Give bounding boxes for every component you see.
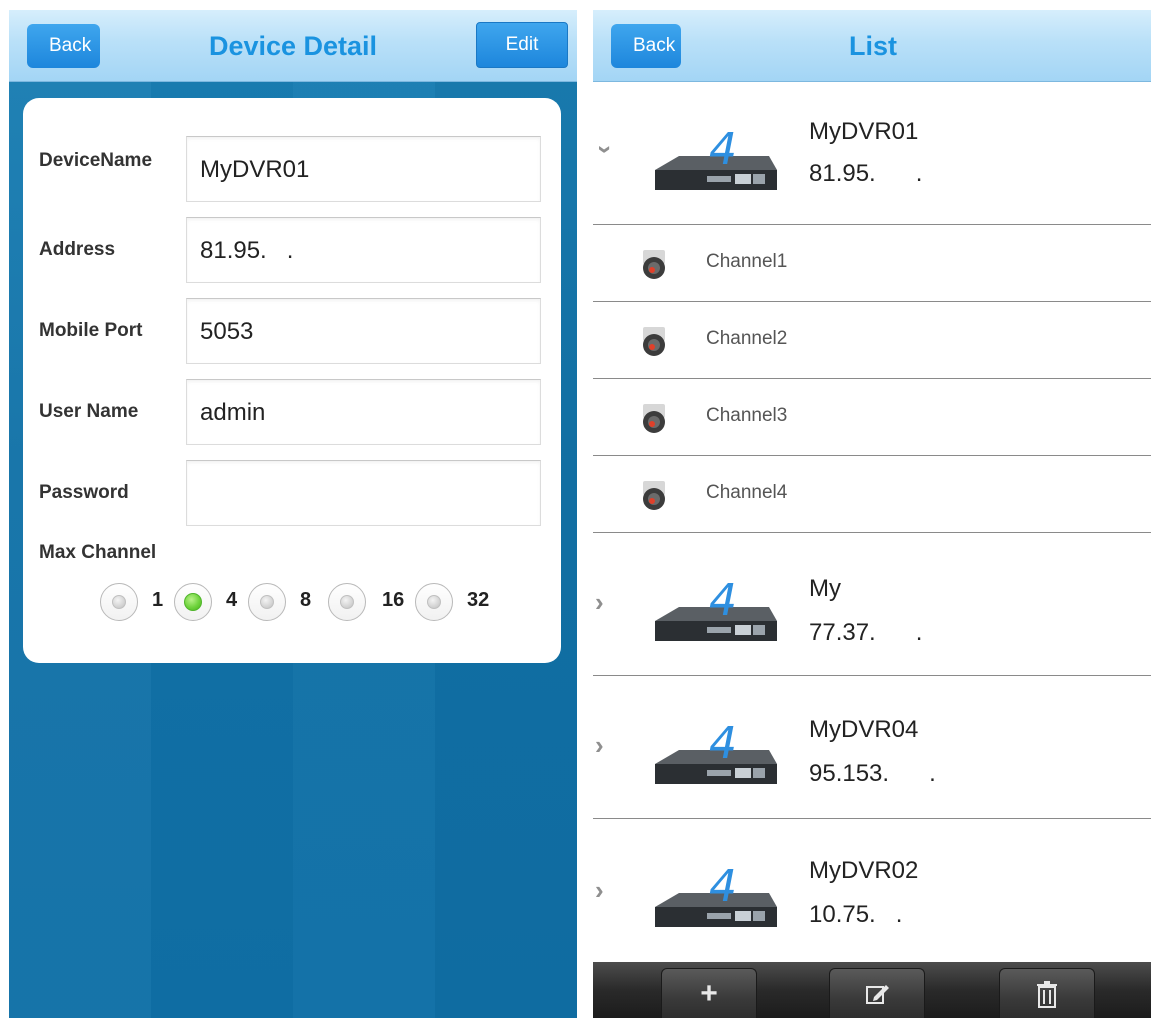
bottom-toolbar: +: [593, 962, 1151, 1018]
radio-channel-32[interactable]: [415, 583, 453, 621]
camera-icon: [643, 250, 665, 279]
password-label: Password: [39, 482, 129, 503]
chevron-right-icon[interactable]: ›: [595, 730, 604, 761]
radio-label-32: 32: [467, 589, 490, 611]
channel-label: Channel3: [706, 405, 788, 426]
back-button-label: Back: [633, 35, 676, 56]
channel-row[interactable]: Channel4: [593, 456, 1151, 533]
device-name-field[interactable]: MyDVR01: [186, 136, 541, 202]
dvr-device-icon: 4: [655, 124, 777, 190]
user-name-label: User Name: [39, 401, 139, 422]
radio-label-4: 4: [226, 589, 238, 611]
radio-channel-4[interactable]: [174, 583, 212, 621]
device-address: 95.153. .: [809, 760, 936, 787]
chevron-down-icon[interactable]: ›: [593, 145, 621, 154]
channel-row[interactable]: Channel3: [593, 379, 1151, 456]
back-button[interactable]: Back: [27, 24, 100, 68]
dvr-device-icon: 4: [655, 718, 777, 784]
device-address: 81.95. .: [809, 160, 923, 187]
max-channel-radio-group: 1 4 8 16 32: [100, 583, 520, 623]
chevron-right-icon[interactable]: ›: [595, 875, 604, 906]
mobile-port-label: Mobile Port: [39, 320, 143, 341]
delete-device-button[interactable]: [999, 968, 1095, 1018]
device-detail-screen: Back Device Detail Edit DeviceName MyDVR…: [9, 10, 577, 1018]
svg-text:4: 4: [709, 718, 737, 769]
device-row[interactable]: › 4 MyDVR02 10.75. .: [593, 819, 1151, 962]
user-name-field[interactable]: admin: [186, 379, 541, 445]
channel-label: Channel4: [706, 482, 788, 503]
device-address: 77.37. .: [809, 619, 923, 646]
mobile-port-field[interactable]: 5053: [186, 298, 541, 364]
svg-text:4: 4: [709, 575, 737, 626]
radio-dot-selected-icon: [184, 593, 202, 611]
plus-icon: +: [700, 977, 718, 1010]
address-row: Address 81.95. .: [23, 217, 561, 283]
radio-label-8: 8: [300, 589, 312, 611]
radio-channel-16[interactable]: [328, 583, 366, 621]
device-name: MyDVR01: [809, 118, 919, 145]
nav-bar: Back Device Detail Edit: [9, 10, 577, 82]
camera-icon: [643, 404, 665, 433]
radio-dot-icon: [340, 595, 354, 609]
nav-bar: Back List: [593, 10, 1151, 82]
trash-icon: [1037, 981, 1057, 1008]
back-button[interactable]: Back: [611, 24, 681, 68]
edit-button[interactable]: Edit: [476, 22, 568, 68]
edit-device-button[interactable]: [829, 968, 925, 1018]
device-name-label: DeviceName: [39, 150, 153, 171]
channel-row[interactable]: Channel1: [593, 225, 1151, 302]
radio-channel-1[interactable]: [100, 583, 138, 621]
device-name: MyDVR02: [809, 857, 919, 884]
device-name-row: DeviceName MyDVR01: [23, 136, 561, 202]
device-row[interactable]: › 4 MyDVR04 95.153. .: [593, 676, 1151, 819]
svg-text:4: 4: [709, 124, 737, 175]
svg-text:4: 4: [709, 861, 737, 912]
radio-dot-icon: [112, 595, 126, 609]
address-field[interactable]: 81.95. .: [186, 217, 541, 283]
channel-label: Channel1: [706, 251, 788, 272]
camera-icon: [643, 481, 665, 510]
add-device-button[interactable]: +: [661, 968, 757, 1018]
device-row[interactable]: › 4 My 77.37. .: [593, 533, 1151, 676]
device-address: 10.75. .: [809, 901, 903, 928]
device-form-card: DeviceName MyDVR01 Address 81.95. . Mobi…: [23, 98, 561, 663]
page-title: Device Detail: [208, 31, 378, 61]
dvr-device-icon: 4: [655, 861, 777, 927]
password-field[interactable]: [186, 460, 541, 526]
radio-channel-8[interactable]: [248, 583, 286, 621]
radio-dot-icon: [260, 595, 274, 609]
radio-dot-icon: [427, 595, 441, 609]
channel-label: Channel2: [706, 328, 788, 349]
camera-icon: [643, 327, 665, 356]
max-channel-label: Max Channel: [39, 542, 157, 563]
radio-label-16: 16: [382, 589, 405, 611]
user-name-row: User Name admin: [23, 379, 561, 445]
dvr-device-icon: 4: [655, 575, 777, 641]
page-title: List: [848, 31, 897, 61]
mobile-port-row: Mobile Port 5053: [23, 298, 561, 364]
back-button-label: Back: [49, 35, 92, 56]
device-name: My: [809, 575, 841, 602]
address-label: Address: [39, 239, 116, 260]
channel-row[interactable]: Channel2: [593, 302, 1151, 379]
radio-label-1: 1: [152, 589, 164, 611]
chevron-right-icon[interactable]: ›: [595, 587, 604, 618]
device-list-screen: Back List › 4 MyDVR01 81.95. . Channel1: [593, 10, 1151, 1018]
device-name: MyDVR04: [809, 716, 919, 743]
password-row: Password: [23, 460, 561, 526]
device-row[interactable]: › 4 MyDVR01 81.95. .: [593, 82, 1151, 225]
edit-icon: [866, 985, 889, 1004]
